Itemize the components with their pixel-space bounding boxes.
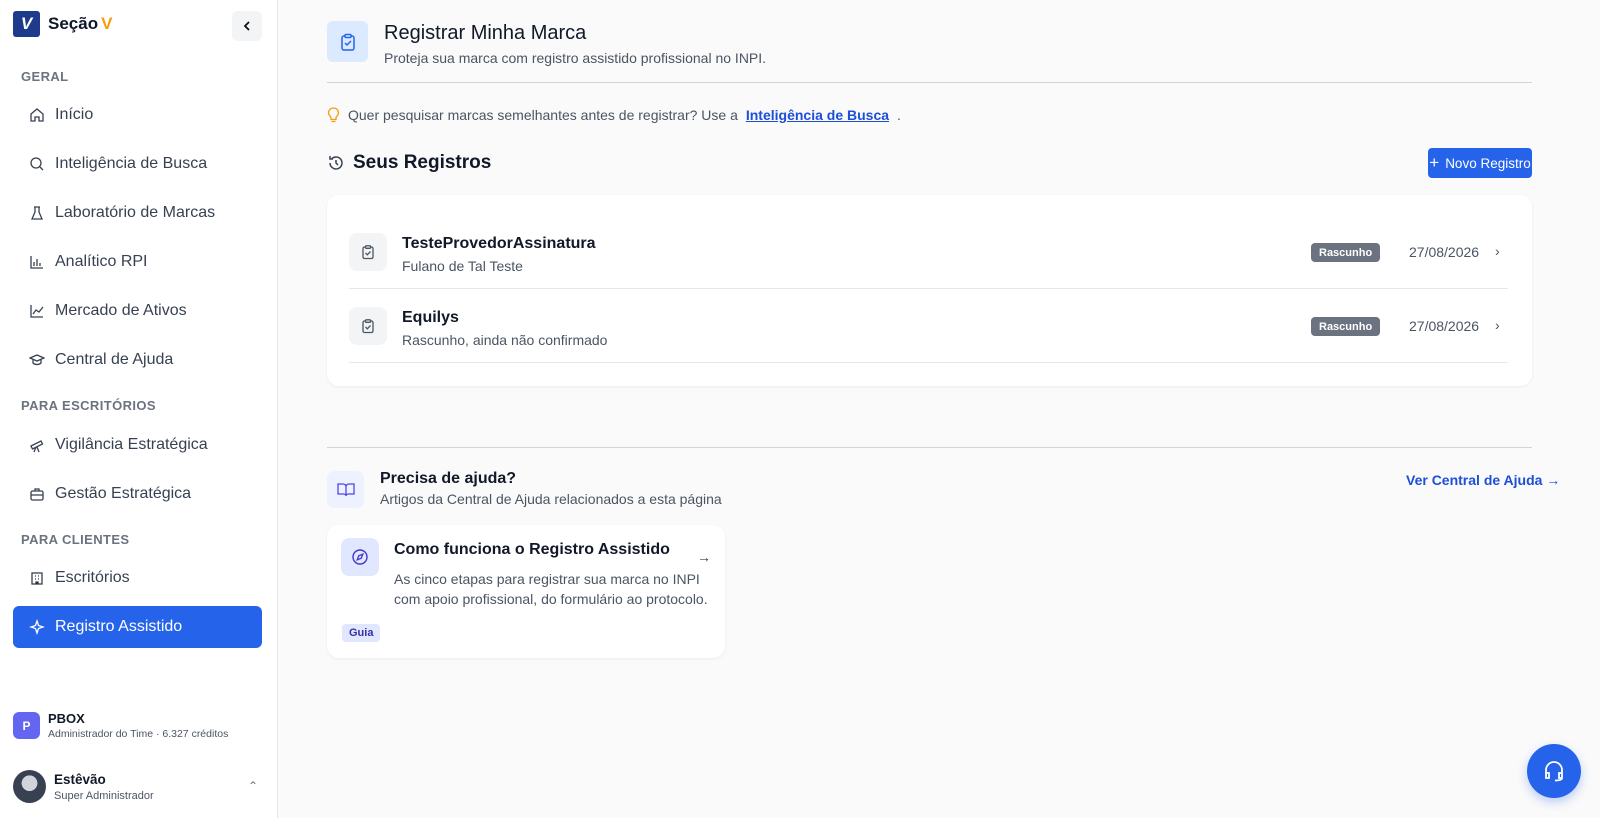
list-item[interactable]: TesteProvedorAssinatura Fulano de Tal Te… bbox=[349, 215, 1508, 289]
plus-icon: + bbox=[1429, 153, 1440, 172]
line-chart-icon bbox=[28, 302, 46, 320]
registros-list: TesteProvedorAssinatura Fulano de Tal Te… bbox=[327, 195, 1532, 386]
sidebar-item-laboratorio-marcas[interactable]: Laboratório de Marcas bbox=[13, 192, 262, 234]
sidebar-item-vigilancia[interactable]: Vigilância Estratégica bbox=[13, 424, 262, 466]
sidebar-item-label: Inteligência de Busca bbox=[55, 155, 208, 172]
chevron-left-icon bbox=[243, 21, 250, 31]
article-tag: Guia bbox=[342, 624, 381, 642]
section-label-clientes: PARA CLIENTES bbox=[21, 532, 130, 547]
sidebar-item-registro-assistido[interactable]: Registro Assistido bbox=[13, 606, 262, 648]
section-label-escritorios: PARA ESCRITÓRIOS bbox=[21, 398, 156, 413]
sidebar-item-central-ajuda[interactable]: Central de Ajuda bbox=[13, 339, 262, 381]
button-label: Novo Registro bbox=[1445, 155, 1531, 171]
collapse-sidebar-button[interactable] bbox=[232, 11, 262, 41]
home-icon bbox=[28, 106, 46, 124]
registro-subtitle: Fulano de Tal Teste bbox=[402, 258, 523, 274]
team-switcher[interactable]: P PBOX Administrador do Time · 6.327 cré… bbox=[13, 711, 228, 740]
page-title: Registrar Minha Marca bbox=[384, 22, 587, 44]
headset-icon bbox=[1545, 761, 1563, 782]
registro-subtitle: Rascunho, ainda não confirmado bbox=[402, 332, 608, 348]
logo-mark: V bbox=[13, 11, 40, 37]
sidebar-item-label: Gestão Estratégica bbox=[55, 485, 192, 502]
bar-chart-icon bbox=[28, 253, 46, 271]
user-role: Super Administrador bbox=[54, 789, 154, 802]
sidebar-item-label: Vigilância Estratégica bbox=[55, 436, 208, 453]
compass-icon bbox=[341, 538, 379, 576]
divider bbox=[327, 447, 1532, 448]
telescope-icon bbox=[28, 436, 46, 454]
flask-icon bbox=[28, 204, 46, 222]
sidebar-item-inteligencia-busca[interactable]: Inteligência de Busca bbox=[13, 143, 262, 185]
sidebar-item-label: Escritórios bbox=[55, 569, 130, 586]
sidebar-item-label: Registro Assistido bbox=[55, 618, 183, 635]
support-chat-button[interactable] bbox=[1527, 744, 1581, 798]
brand-logo[interactable]: V Seção V bbox=[13, 11, 112, 37]
registros-section-title: Seus Registros bbox=[327, 152, 491, 174]
sidebar-item-inicio[interactable]: Início bbox=[13, 94, 262, 136]
sidebar: V Seção V GERAL Início Inteligência de B… bbox=[0, 0, 278, 818]
search-tip: Quer pesquisar marcas semelhantes antes … bbox=[327, 107, 901, 123]
section-label-geral: GERAL bbox=[21, 69, 69, 84]
graduation-cap-icon bbox=[28, 351, 46, 369]
sidebar-item-label: Início bbox=[55, 106, 94, 123]
tip-text: Quer pesquisar marcas semelhantes antes … bbox=[348, 107, 738, 123]
sidebar-item-label: Central de Ajuda bbox=[55, 351, 174, 368]
sparkles-icon bbox=[28, 618, 46, 636]
briefcase-icon bbox=[28, 485, 46, 503]
inteligencia-busca-link[interactable]: Inteligência de Busca bbox=[746, 107, 889, 123]
user-name: Estêvão bbox=[54, 771, 106, 787]
team-avatar: P bbox=[13, 712, 40, 739]
team-name: PBOX bbox=[48, 711, 85, 726]
ver-central-ajuda-link[interactable]: Ver Central de Ajuda → bbox=[1406, 472, 1560, 488]
sidebar-item-label: Analítico RPI bbox=[55, 253, 148, 270]
help-title: Precisa de ajuda? bbox=[380, 470, 517, 487]
search-icon bbox=[28, 155, 46, 173]
help-subtitle: Artigos da Central de Ajuda relacionados… bbox=[380, 491, 722, 507]
registro-date: 27/08/2026 bbox=[1409, 244, 1480, 260]
main-content: Registrar Minha Marca Proteja sua marca … bbox=[278, 0, 1600, 818]
registro-title: Equilys bbox=[402, 309, 459, 326]
chevron-right-icon: › bbox=[1495, 317, 1500, 333]
team-subtitle: Administrador do Time · 6.327 créditos bbox=[48, 728, 229, 740]
registro-date: 27/08/2026 bbox=[1409, 318, 1480, 334]
clipboard-check-icon bbox=[349, 233, 387, 271]
sidebar-item-label: Laboratório de Marcas bbox=[55, 204, 216, 221]
arrow-right-icon: → bbox=[697, 549, 711, 565]
status-badge: Rascunho bbox=[1311, 317, 1381, 336]
chevron-up-down-icon: ⌃ bbox=[247, 779, 258, 793]
help-article-card[interactable]: Como funciona o Registro Assistido As ci… bbox=[327, 525, 725, 658]
clipboard-check-icon bbox=[349, 307, 387, 345]
chevron-right-icon: › bbox=[1495, 243, 1500, 259]
lightbulb-icon bbox=[327, 107, 340, 123]
sidebar-item-label: Mercado de Ativos bbox=[55, 302, 187, 319]
book-open-icon bbox=[327, 471, 364, 508]
novo-registro-button[interactable]: + Novo Registro bbox=[1428, 148, 1532, 178]
clipboard-check-icon bbox=[327, 21, 368, 62]
brand-accent: V bbox=[101, 14, 113, 33]
status-badge: Rascunho bbox=[1311, 243, 1381, 262]
article-title: Como funciona o Registro Assistido bbox=[394, 541, 670, 558]
user-menu[interactable]: Estêvão Super Administrador ⌃ bbox=[13, 770, 263, 803]
history-icon bbox=[327, 154, 345, 172]
building-icon bbox=[28, 569, 46, 587]
sidebar-item-escritorios[interactable]: Escritórios bbox=[13, 557, 262, 599]
sidebar-item-mercado-ativos[interactable]: Mercado de Ativos bbox=[13, 290, 262, 332]
sidebar-item-gestao[interactable]: Gestão Estratégica bbox=[13, 473, 262, 515]
brand-name: Seção bbox=[48, 14, 99, 33]
list-item[interactable]: Equilys Rascunho, ainda não confirmado R… bbox=[349, 289, 1508, 363]
divider bbox=[327, 82, 1532, 83]
registro-title: TesteProvedorAssinatura bbox=[402, 235, 596, 252]
avatar bbox=[13, 770, 46, 803]
tip-text-end: . bbox=[897, 107, 901, 123]
sidebar-item-analitico-rpi[interactable]: Analítico RPI bbox=[13, 241, 262, 283]
article-description: As cinco etapas para registrar sua marca… bbox=[394, 571, 708, 607]
section-title-text: Seus Registros bbox=[353, 152, 492, 173]
page-subtitle: Proteja sua marca com registro assistido… bbox=[384, 50, 767, 66]
